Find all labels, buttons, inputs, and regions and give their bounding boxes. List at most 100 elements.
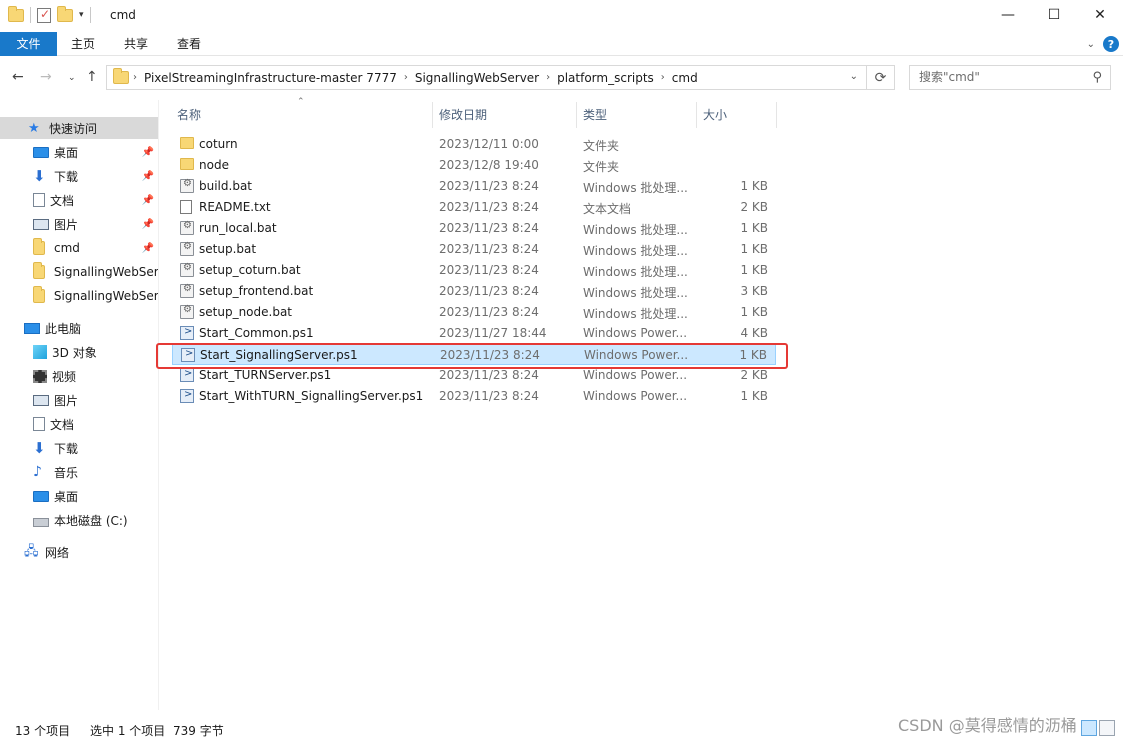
breadcrumb-item[interactable]: SignallingWebServer bbox=[415, 71, 539, 85]
view-mode-buttons bbox=[1081, 720, 1115, 736]
file-row[interactable]: setup_frontend.bat 2023/11/23 8:24 Windo… bbox=[172, 281, 776, 302]
file-name: run_local.bat bbox=[199, 221, 277, 235]
file-row[interactable]: setup.bat 2023/11/23 8:24 Windows 批处理...… bbox=[172, 239, 776, 260]
download-icon: ⬇ bbox=[33, 439, 46, 457]
large-icons-view-icon[interactable] bbox=[1099, 720, 1115, 736]
pin-icon: 📌 bbox=[141, 218, 154, 230]
file-row[interactable]: README.txt 2023/11/23 8:24 文本文档 2 KB bbox=[172, 197, 776, 218]
file-name: Start_TURNServer.ps1 bbox=[199, 368, 332, 382]
column-divider[interactable] bbox=[776, 102, 777, 128]
close-button[interactable]: ✕ bbox=[1077, 0, 1123, 30]
sidebar-item-downloads-pc[interactable]: ⬇ 下载 bbox=[0, 437, 158, 459]
sidebar-item-local-disk[interactable]: 本地磁盘 (C:) bbox=[0, 509, 158, 531]
file-date: 2023/11/23 8:24 bbox=[439, 179, 539, 193]
sidebar-item-documents-pc[interactable]: 文档 bbox=[0, 413, 158, 435]
file-row[interactable]: Start_WithTURN_SignallingServer.ps1 2023… bbox=[172, 386, 776, 407]
sidebar-item-cmd[interactable]: cmd 📌 bbox=[0, 237, 158, 259]
details-view-icon[interactable] bbox=[1081, 720, 1097, 736]
column-header-name[interactable]: 名称 bbox=[177, 102, 201, 128]
file-row[interactable]: build.bat 2023/11/23 8:24 Windows 批处理...… bbox=[172, 176, 776, 197]
tab-file[interactable]: 文件 bbox=[0, 32, 57, 56]
breadcrumb-item[interactable]: cmd bbox=[672, 71, 698, 85]
folder-icon bbox=[180, 158, 194, 170]
sidebar-item-label: 网络 bbox=[45, 545, 70, 560]
sidebar-item-this-pc[interactable]: 此电脑 bbox=[0, 317, 158, 339]
pin-icon: 📌 bbox=[141, 194, 154, 206]
new-folder-icon[interactable] bbox=[57, 5, 73, 22]
sidebar-item-signallingwebserver[interactable]: SignallingWebSer bbox=[0, 285, 158, 307]
tab-share[interactable]: 共享 bbox=[114, 32, 158, 56]
properties-icon[interactable] bbox=[37, 7, 51, 23]
recent-locations-chevron-icon[interactable]: ⌄ bbox=[68, 73, 76, 83]
sidebar-item-label: 3D 对象 bbox=[52, 345, 97, 360]
column-header-type[interactable]: 类型 bbox=[583, 102, 607, 128]
tab-view[interactable]: 查看 bbox=[168, 32, 210, 56]
cube-icon bbox=[33, 345, 47, 359]
sidebar-item-pictures[interactable]: 图片 📌 bbox=[0, 213, 158, 235]
forward-arrow-icon[interactable]: → bbox=[40, 69, 52, 85]
column-divider[interactable] bbox=[432, 102, 433, 128]
sidebar-item-pictures-pc[interactable]: 图片 bbox=[0, 389, 158, 411]
breadcrumb-separator-icon[interactable]: › bbox=[404, 72, 408, 83]
sidebar-item-music[interactable]: ♪ 音乐 bbox=[0, 461, 158, 483]
address-dropdown-chevron-icon[interactable]: ⌄ bbox=[850, 71, 858, 82]
refresh-button[interactable]: ⟳ bbox=[867, 65, 895, 90]
sidebar-item-documents[interactable]: 文档 📌 bbox=[0, 189, 158, 211]
sidebar-item-network[interactable]: 🖧 网络 bbox=[0, 541, 158, 563]
file-name: Start_WithTURN_SignallingServer.ps1 bbox=[199, 389, 424, 403]
sidebar-item-3d-objects[interactable]: 3D 对象 bbox=[0, 341, 158, 363]
pane-divider[interactable] bbox=[158, 100, 159, 710]
selection-count: 选中 1 个项目 bbox=[90, 724, 166, 738]
file-row[interactable]: coturn 2023/12/11 0:00 文件夹 bbox=[172, 134, 776, 155]
sidebar-item-videos[interactable]: 视频 bbox=[0, 365, 158, 387]
picture-icon bbox=[33, 394, 49, 406]
selection-size: 739 字节 bbox=[173, 724, 224, 738]
text-file-icon bbox=[180, 200, 192, 214]
sidebar-item-downloads[interactable]: ⬇ 下载 📌 bbox=[0, 165, 158, 187]
file-row[interactable]: setup_coturn.bat 2023/11/23 8:24 Windows… bbox=[172, 260, 776, 281]
file-row[interactable]: Start_Common.ps1 2023/11/27 18:44 Window… bbox=[172, 323, 776, 344]
breadcrumb-item[interactable]: PixelStreamingInfrastructure-master 7777 bbox=[144, 71, 397, 85]
search-input[interactable]: 搜索"cmd" ⚲ bbox=[909, 65, 1111, 90]
breadcrumb-separator-icon[interactable]: › bbox=[133, 72, 137, 83]
up-arrow-icon[interactable]: ↑ bbox=[86, 69, 98, 85]
breadcrumb-item[interactable]: platform_scripts bbox=[557, 71, 654, 85]
sidebar-item-label: 桌面 bbox=[54, 489, 79, 504]
file-date: 2023/12/8 19:40 bbox=[439, 158, 539, 172]
sidebar-item-signallingwebserver[interactable]: SignallingWebSer bbox=[0, 261, 158, 283]
column-divider[interactable] bbox=[576, 102, 577, 128]
search-icon[interactable]: ⚲ bbox=[1092, 66, 1102, 89]
batch-file-icon bbox=[180, 241, 194, 256]
back-arrow-icon[interactable]: ← bbox=[12, 69, 24, 85]
file-date: 2023/11/23 8:24 bbox=[439, 242, 539, 256]
file-row[interactable]: run_local.bat 2023/11/23 8:24 Windows 批处… bbox=[172, 218, 776, 239]
maximize-button[interactable]: ☐ bbox=[1031, 0, 1077, 30]
pin-icon: 📌 bbox=[141, 242, 154, 254]
sidebar-item-desktop[interactable]: 桌面 📌 bbox=[0, 141, 158, 163]
folder-icon bbox=[33, 262, 49, 279]
customize-toolbar-arrow-icon[interactable]: ▾ bbox=[79, 10, 84, 20]
minimize-button[interactable]: — bbox=[985, 0, 1031, 30]
address-bar[interactable]: › PixelStreamingInfrastructure-master 77… bbox=[106, 65, 867, 90]
column-divider[interactable] bbox=[696, 102, 697, 128]
breadcrumb-separator-icon[interactable]: › bbox=[546, 72, 550, 83]
sidebar-item-label: cmd bbox=[54, 241, 80, 255]
expand-ribbon-chevron-icon[interactable]: ⌄ bbox=[1087, 39, 1095, 50]
breadcrumb-separator-icon[interactable]: › bbox=[661, 72, 665, 83]
column-header-size[interactable]: 大小 bbox=[703, 102, 727, 128]
powershell-file-icon bbox=[180, 326, 194, 340]
column-header-date[interactable]: 修改日期 bbox=[439, 102, 487, 128]
sidebar-item-desktop-pc[interactable]: 桌面 bbox=[0, 485, 158, 507]
file-row[interactable]: node 2023/12/8 19:40 文件夹 bbox=[172, 155, 776, 176]
batch-file-icon bbox=[180, 220, 194, 235]
file-name: coturn bbox=[199, 137, 238, 151]
sidebar-item-label: 文档 bbox=[50, 193, 75, 208]
folder-icon bbox=[33, 238, 49, 255]
toolbar-divider bbox=[89, 7, 91, 23]
file-row[interactable]: setup_node.bat 2023/11/23 8:24 Windows 批… bbox=[172, 302, 776, 323]
help-icon[interactable]: ? bbox=[1103, 36, 1119, 52]
sidebar-item-quick-access[interactable]: ★ 快速访问 bbox=[0, 117, 158, 139]
picture-icon bbox=[33, 218, 49, 230]
tab-home[interactable]: 主页 bbox=[62, 32, 104, 56]
sidebar-item-label: 下载 bbox=[54, 169, 79, 184]
